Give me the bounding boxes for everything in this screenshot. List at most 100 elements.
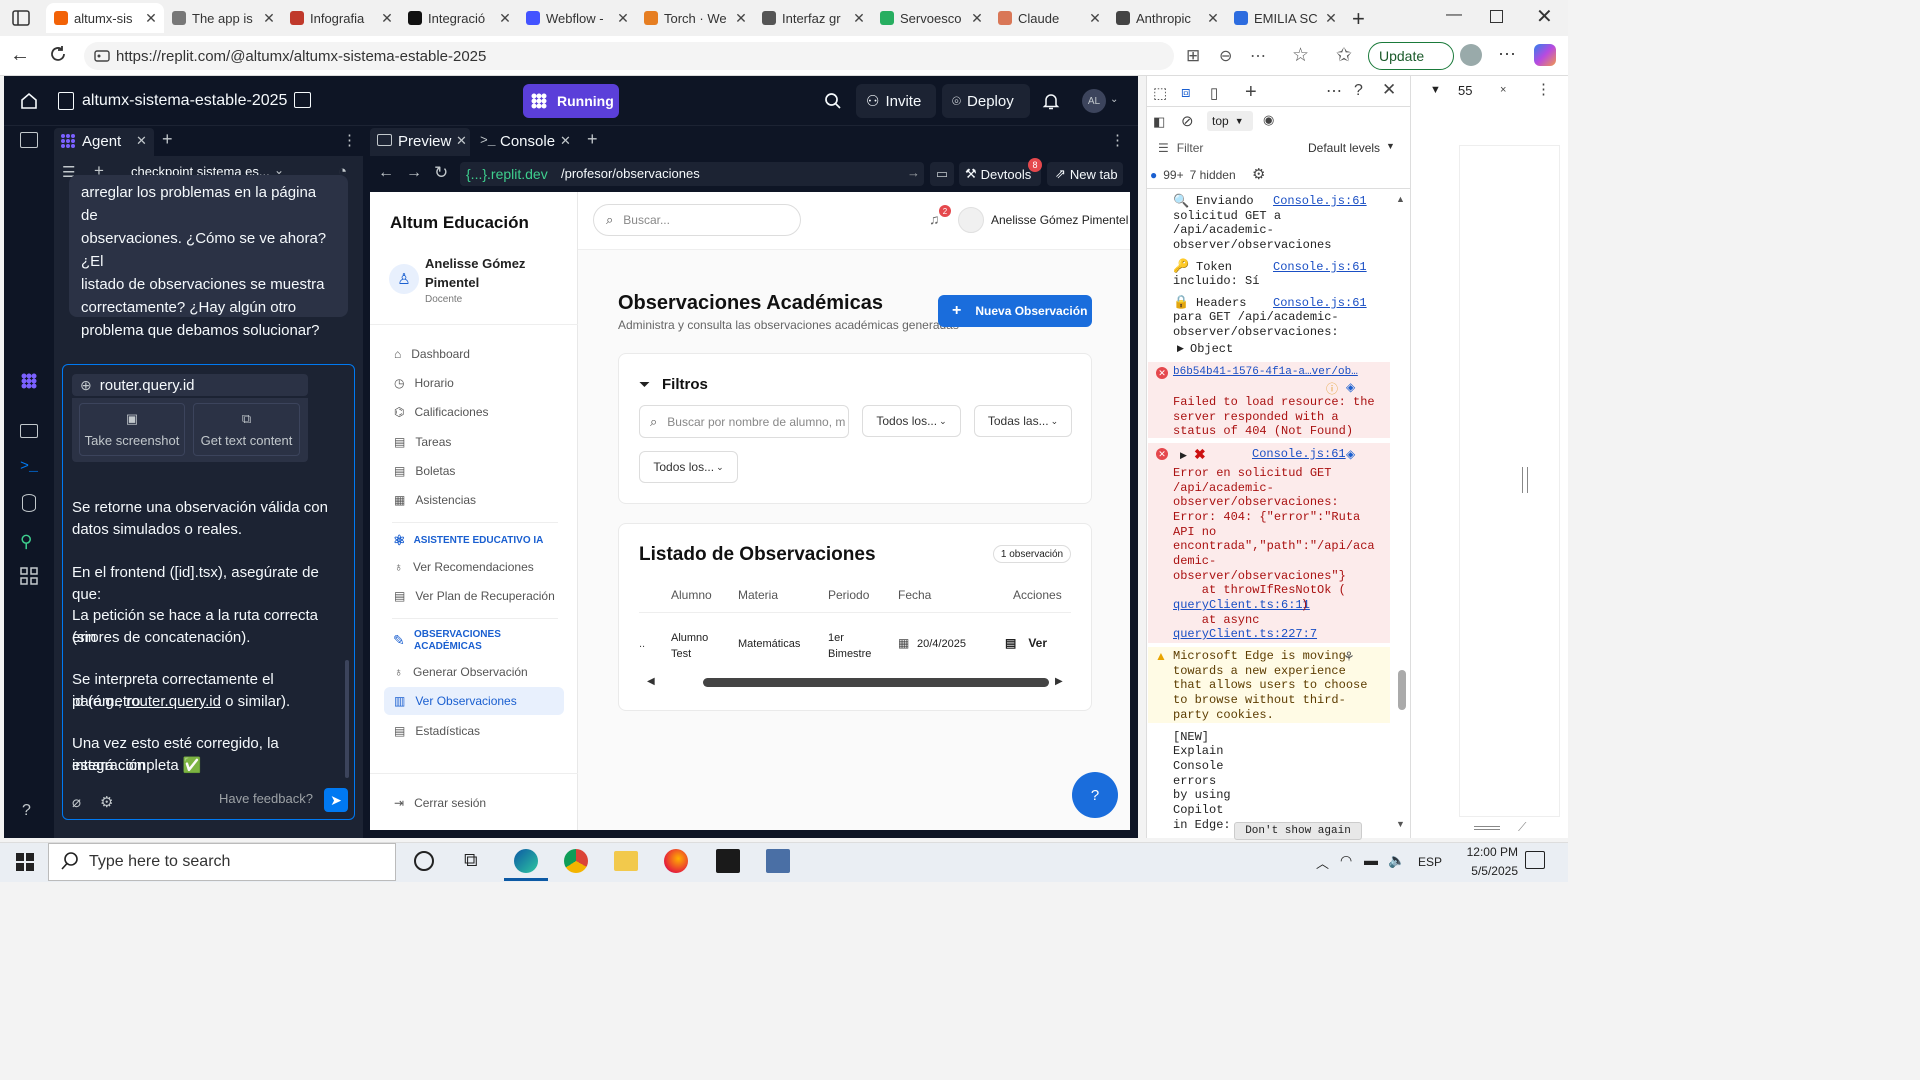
nav-asistencias[interactable]: ▦ Asistencias: [392, 486, 564, 514]
nav-tareas[interactable]: ▤ Tareas: [392, 428, 564, 456]
browser-tab[interactable]: Integració ✕: [400, 3, 518, 33]
app-taskbar-icon[interactable]: [766, 849, 790, 873]
notification-bell-icon[interactable]: ♫: [929, 211, 940, 227]
reload-icon[interactable]: [48, 44, 68, 64]
agent-rail-icon[interactable]: [20, 372, 38, 390]
nav-ver-observaciones[interactable]: ▥ Ver Observaciones: [384, 687, 564, 715]
url-field[interactable]: https://replit.com/@altumx/altumx-sistem…: [84, 42, 1174, 70]
sidebar-toggle-icon[interactable]: [20, 132, 38, 148]
new-tab-icon[interactable]: +: [1352, 6, 1365, 32]
new-tab-button[interactable]: ⇗ New tab: [1047, 162, 1123, 186]
update-button[interactable]: Update: [1368, 42, 1454, 70]
copilot-explain-icon[interactable]: ◈: [1346, 447, 1355, 461]
battery-icon[interactable]: ▬: [1364, 852, 1378, 868]
object-preview[interactable]: Object: [1190, 342, 1233, 357]
favorites-icon[interactable]: ✩: [1336, 44, 1352, 67]
close-tab-icon[interactable]: ✕: [1206, 10, 1220, 27]
default-levels-select[interactable]: Default levels ▼: [1308, 141, 1395, 155]
agent-menu-icon[interactable]: ⋮: [342, 131, 357, 149]
clock-time[interactable]: 12:00 PM: [1458, 845, 1518, 859]
filter-select-1[interactable]: Todos los... ⌄: [862, 405, 961, 437]
minimize-icon[interactable]: —: [1446, 6, 1462, 24]
close-tab-icon[interactable]: ✕: [1088, 10, 1102, 27]
browser-tab[interactable]: altumx-sis ✕: [46, 3, 164, 33]
chat-scrollbar[interactable]: [345, 660, 349, 778]
preview-reload-icon[interactable]: ↻: [434, 163, 448, 183]
avatar[interactable]: AL: [1082, 89, 1106, 113]
copilot-explain-icon[interactable]: ◈: [1346, 380, 1355, 394]
filter-select-2[interactable]: Todas las... ⌄: [974, 405, 1072, 437]
dock-icon[interactable]: ▯: [1210, 84, 1218, 102]
new-observation-button[interactable]: + Nueva Observación: [938, 295, 1092, 327]
browser-tab[interactable]: Interfaz gr ✕: [754, 3, 872, 33]
feedback-input[interactable]: Have feedback?: [219, 791, 313, 806]
go-arrow-icon[interactable]: →: [907, 165, 920, 180]
shell-rail-icon[interactable]: >_: [20, 458, 38, 475]
settings-icon[interactable]: ⚙: [100, 793, 113, 811]
task-view-icon[interactable]: ⧉: [464, 850, 478, 872]
tray-chevron-icon[interactable]: ︿: [1316, 853, 1329, 872]
nav-recomendaciones[interactable]: ♁ Ver Recomendaciones: [392, 553, 564, 581]
windows-start-icon[interactable]: [16, 853, 34, 871]
extensions-icon[interactable]: ⋯: [1250, 46, 1266, 66]
help-icon[interactable]: ?: [1354, 82, 1363, 100]
width-input[interactable]: 55: [1450, 80, 1496, 100]
take-screenshot-button[interactable]: ▣ Take screenshot: [79, 403, 185, 456]
back-icon[interactable]: ←: [10, 44, 30, 67]
nav-dashboard[interactable]: ⌂ Dashboard: [392, 340, 564, 368]
clear-console-icon[interactable]: ⊘: [1181, 112, 1194, 130]
scroll-right-icon[interactable]: ▶: [1055, 676, 1063, 687]
devtools-more-icon[interactable]: ⋯: [1326, 81, 1342, 101]
invite-button[interactable]: ⚇ Invite: [856, 84, 936, 118]
resize-corner-icon[interactable]: ⟋: [1518, 820, 1526, 835]
site-info-icon[interactable]: [94, 48, 110, 64]
network-icon[interactable]: ◠: [1340, 852, 1352, 869]
filter-search-input[interactable]: ⌕ Buscar por nombre de alumno, m: [639, 405, 849, 438]
stack-link[interactable]: queryClient.ts:6:11: [1173, 598, 1310, 613]
nav-estadisticas[interactable]: ▤ Estadísticas: [392, 717, 564, 745]
inline-code-link[interactable]: router.query.id: [126, 693, 221, 710]
device-emulation-icon[interactable]: ⧈: [1181, 84, 1191, 101]
stack-link[interactable]: queryClient.ts:227:7: [1173, 627, 1317, 642]
app-taskbar-icon[interactable]: [716, 849, 740, 873]
resize-handle[interactable]: [1522, 467, 1528, 493]
browser-tab[interactable]: Servoesco ✕: [872, 3, 990, 33]
notifications-icon[interactable]: [1525, 851, 1545, 869]
top-user-name[interactable]: Anelisse Gómez Pimentel: [991, 213, 1128, 227]
chevron-down-icon[interactable]: ⌄: [1110, 94, 1118, 105]
side-menu-icon[interactable]: ⋮: [1536, 80, 1551, 98]
help-button[interactable]: ?: [1072, 772, 1118, 818]
preview-back-icon[interactable]: ←: [378, 164, 394, 182]
horizontal-scrollbar[interactable]: [703, 678, 1049, 687]
preview-menu-icon[interactable]: ⋮: [1110, 131, 1125, 149]
add-tab-icon[interactable]: +: [587, 129, 598, 150]
cortana-icon[interactable]: [414, 851, 434, 871]
maximize-icon[interactable]: [1490, 10, 1503, 23]
nav-calificaciones[interactable]: ⌬ Calificaciones: [392, 398, 564, 426]
nav-boletas[interactable]: ▤ Boletas: [392, 457, 564, 485]
browser-tab[interactable]: Webflow - ✕: [518, 3, 636, 33]
project-info-icon[interactable]: [294, 92, 311, 108]
resource-link[interactable]: b6b54b41-1576-4f1a-a…ver/ob…: [1173, 365, 1358, 380]
nav-generar-observacion[interactable]: ♁ Generar Observación: [392, 658, 564, 686]
view-button[interactable]: ▤ Ver: [1005, 636, 1047, 650]
preview-forward-icon[interactable]: →: [406, 164, 422, 182]
get-text-content-button[interactable]: ⧉ Get text content: [193, 403, 300, 456]
caret-icon[interactable]: ▼: [1430, 84, 1441, 96]
apps-icon[interactable]: ⊞: [1186, 46, 1200, 66]
home-icon[interactable]: [20, 92, 38, 110]
devtools-scrollbar[interactable]: [1398, 670, 1406, 710]
clock-date[interactable]: 5/5/2025: [1458, 864, 1518, 878]
inspect-icon[interactable]: ⬚: [1153, 84, 1167, 102]
browser-tab[interactable]: Torch · We ✕: [636, 3, 754, 33]
column-header[interactable]: Alumno: [671, 588, 712, 602]
source-link[interactable]: Console.js:61: [1273, 260, 1367, 275]
nav-horario[interactable]: ◷ Horario: [392, 369, 564, 397]
browser-menu-icon[interactable]: ⋯: [1498, 44, 1516, 65]
preview-rail-icon[interactable]: [20, 424, 38, 438]
file-explorer-icon[interactable]: [614, 851, 638, 871]
taskbar-search-input[interactable]: Type here to search: [48, 843, 396, 881]
browser-tab[interactable]: The app is ✕: [164, 3, 282, 33]
eye-icon[interactable]: ◉: [1263, 112, 1274, 128]
sidebar-icon[interactable]: ◧: [1153, 114, 1165, 130]
